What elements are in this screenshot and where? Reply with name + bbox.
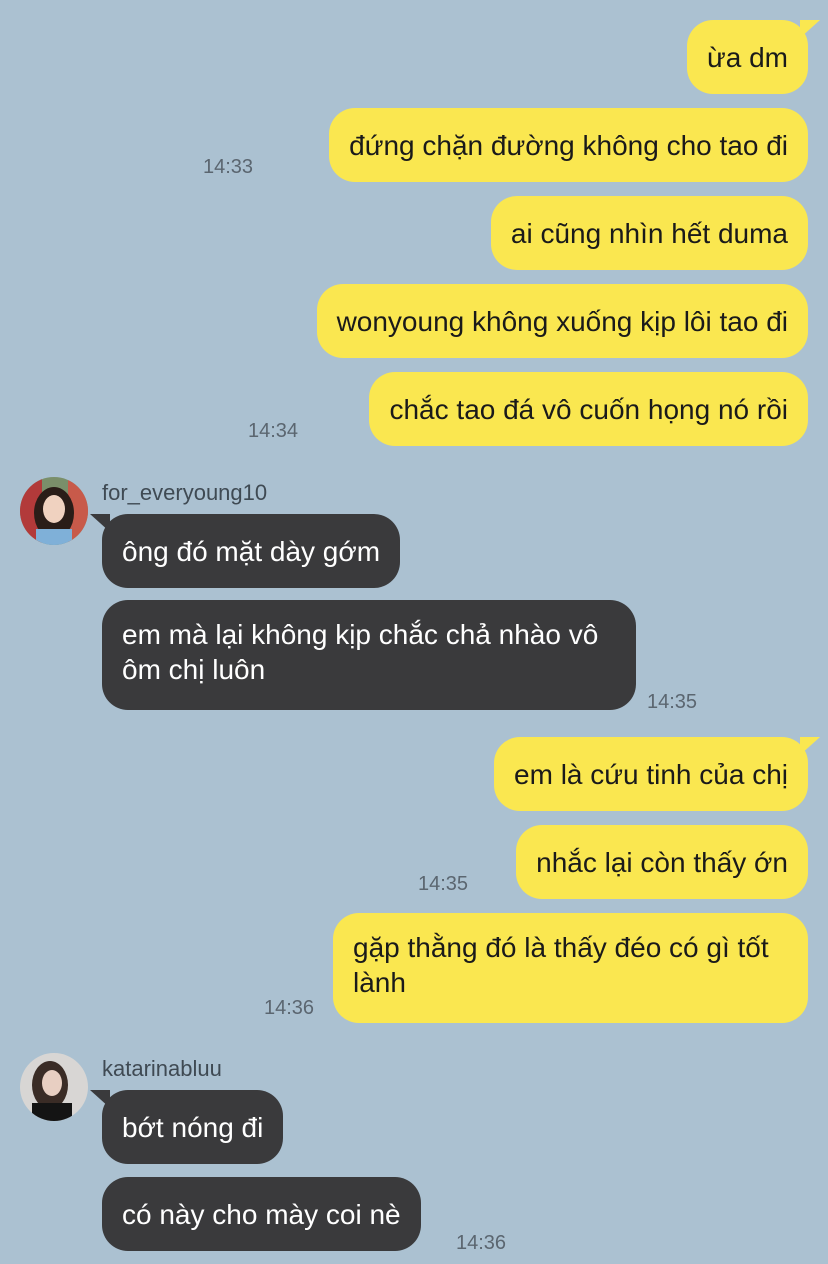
outgoing-message[interactable]: ừa dm bbox=[687, 20, 808, 94]
message-timestamp: 14:33 bbox=[203, 156, 254, 178]
avatar-photo-icon bbox=[20, 477, 88, 545]
outgoing-message[interactable]: gặp thằng đó là thấy đéo có gì tốt lành bbox=[333, 913, 808, 1023]
bubble-tail bbox=[800, 20, 820, 38]
message-timestamp: 14:36 bbox=[456, 1232, 507, 1254]
incoming-message[interactable]: có này cho mày coi nè bbox=[102, 1177, 421, 1251]
message-timestamp: 14:34 bbox=[248, 420, 299, 442]
message-timestamp: 14:35 bbox=[418, 873, 469, 895]
sender-name: for_everyoung10 bbox=[102, 480, 268, 505]
incoming-message[interactable]: em mà lại không kịp chắc chả nhào vô ôm … bbox=[102, 600, 636, 710]
outgoing-message[interactable]: em là cứu tinh của chị bbox=[494, 737, 808, 811]
outgoing-message[interactable]: đứng chặn đường không cho tao đi bbox=[329, 108, 808, 182]
chat-thread[interactable]: ừa dm đứng chặn đường không cho tao đi 1… bbox=[0, 0, 828, 1264]
message-timestamp: 14:36 bbox=[264, 997, 315, 1019]
incoming-message[interactable]: ông đó mặt dày gớm bbox=[102, 514, 401, 588]
sender-name: katarinabluu bbox=[102, 1056, 222, 1081]
message-timestamp: 14:35 bbox=[647, 691, 698, 713]
avatar[interactable] bbox=[20, 477, 88, 545]
outgoing-message[interactable]: nhắc lại còn thấy ớn bbox=[516, 825, 808, 899]
incoming-message[interactable]: bớt nóng đi bbox=[102, 1090, 284, 1164]
avatar-photo-icon bbox=[20, 1053, 88, 1121]
outgoing-message[interactable]: chắc tao đá vô cuốn họng nó rồi bbox=[369, 372, 808, 446]
avatar[interactable] bbox=[20, 1053, 88, 1121]
bubble-tail bbox=[800, 737, 820, 755]
bubble-tail bbox=[90, 514, 110, 532]
outgoing-message[interactable]: ai cũng nhìn hết duma bbox=[490, 196, 808, 270]
outgoing-message[interactable]: wonyoung không xuống kịp lôi tao đi bbox=[316, 284, 808, 358]
